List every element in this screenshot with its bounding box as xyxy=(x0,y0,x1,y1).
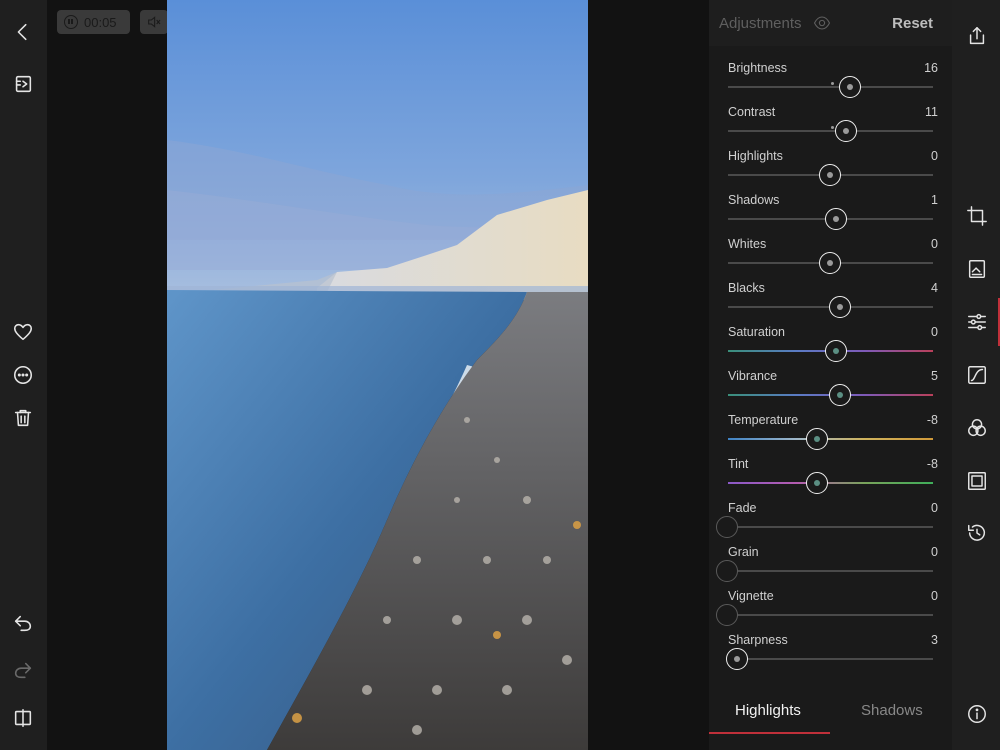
slider-track[interactable] xyxy=(728,614,933,616)
play-pause-control[interactable]: 00:05 xyxy=(57,10,130,34)
heart-icon[interactable] xyxy=(10,319,36,345)
slider-temperature: Temperature -8 xyxy=(709,398,952,450)
adjustments-panel: Adjustments Reset Brightness 16 Contrast 11… xyxy=(709,0,952,750)
slider-blacks: Blacks 4 xyxy=(709,266,952,318)
color-mix-icon[interactable] xyxy=(965,416,989,440)
tab-highlights[interactable]: Highlights xyxy=(735,702,801,719)
slider-value: 0 xyxy=(931,325,938,339)
slider-value: 0 xyxy=(931,589,938,603)
slider-shadows: Shadows 1 xyxy=(709,178,952,230)
slider-value: 0 xyxy=(931,545,938,559)
slider-track[interactable] xyxy=(728,658,933,660)
slider-label: Temperature xyxy=(728,413,799,427)
slider-value: 5 xyxy=(931,369,938,383)
media-canvas: 00:05 xyxy=(47,0,709,750)
panel-header: Adjustments Reset xyxy=(709,0,952,46)
navigator-icon[interactable] xyxy=(10,71,36,97)
slider-label: Tint xyxy=(728,457,749,471)
slider-brightness: Brightness 16 xyxy=(709,46,952,98)
slider-label: Grain xyxy=(728,545,759,559)
image-icon[interactable] xyxy=(965,257,989,281)
slider-track[interactable] xyxy=(728,570,933,572)
panel-title: Adjustments xyxy=(719,15,802,32)
slider-label: Shadows xyxy=(728,193,780,207)
slider-value: 1 xyxy=(931,193,938,207)
slider-value: 0 xyxy=(931,501,938,515)
slider-track[interactable] xyxy=(728,86,933,88)
curves-icon[interactable] xyxy=(965,363,989,387)
redo-icon[interactable] xyxy=(10,657,36,683)
slider-track[interactable] xyxy=(728,526,933,528)
tab-shadows[interactable]: Shadows xyxy=(861,702,923,719)
adjust-icon[interactable] xyxy=(965,310,989,334)
slider-label: Highlights xyxy=(728,149,783,163)
slider-fade: Fade 0 xyxy=(709,486,952,538)
slider-sharpness: Sharpness 3 xyxy=(709,618,952,670)
slider-label: Fade xyxy=(728,501,757,515)
slider-grain: Grain 0 xyxy=(709,530,952,582)
default-marker xyxy=(830,82,834,85)
eye-icon[interactable] xyxy=(813,15,831,31)
trash-icon[interactable] xyxy=(10,405,36,431)
slider-value: 3 xyxy=(931,633,938,647)
slider-tint: Tint -8 xyxy=(709,442,952,494)
compare-icon[interactable] xyxy=(10,705,36,731)
slider-label: Contrast xyxy=(728,105,776,119)
slider-handle[interactable] xyxy=(726,648,749,670)
slider-value: -8 xyxy=(926,413,938,427)
slider-contrast: Contrast 11 xyxy=(709,90,952,142)
slider-highlights: Highlights 0 xyxy=(709,134,952,186)
default-marker xyxy=(830,126,834,129)
crop-icon[interactable] xyxy=(965,204,989,228)
slider-list: Brightness 16 Contrast 11 Highlights 0 Shadows… xyxy=(709,46,952,686)
undo-icon[interactable] xyxy=(10,610,36,636)
slider-track[interactable] xyxy=(728,438,933,440)
slider-value: 0 xyxy=(931,149,938,163)
slider-label: Vibrance xyxy=(728,369,778,383)
slider-track[interactable] xyxy=(728,482,933,484)
slider-label: Saturation xyxy=(728,325,785,339)
slider-label: Brightness xyxy=(728,61,788,75)
info-icon[interactable] xyxy=(965,702,989,726)
slider-label: Sharpness xyxy=(728,633,788,647)
slider-track[interactable] xyxy=(728,130,933,132)
reset-button[interactable]: Reset xyxy=(892,15,933,32)
history-icon[interactable] xyxy=(965,521,989,545)
slider-value: 16 xyxy=(924,61,938,75)
slider-label: Blacks xyxy=(728,281,765,295)
more-icon[interactable] xyxy=(10,362,36,388)
slider-value: 0 xyxy=(931,237,938,251)
right-toolbar xyxy=(952,0,1000,750)
pause-icon xyxy=(64,15,78,29)
active-tab-indicator xyxy=(709,732,830,734)
frame-icon[interactable] xyxy=(965,469,989,493)
slider-label: Whites xyxy=(728,237,767,251)
back-icon[interactable] xyxy=(10,19,36,45)
slider-vignette: Vignette 0 xyxy=(709,574,952,626)
slider-vibrance: Vibrance 5 xyxy=(709,354,952,406)
left-toolbar xyxy=(0,0,47,750)
slider-label: Vignette xyxy=(728,589,774,603)
mute-icon xyxy=(148,16,161,28)
share-icon[interactable] xyxy=(965,24,989,48)
mute-button[interactable] xyxy=(140,10,168,34)
beach-photo xyxy=(167,0,588,750)
slider-value: 11 xyxy=(925,105,938,119)
slider-saturation: Saturation 0 xyxy=(709,310,952,362)
slider-whites: Whites 0 xyxy=(709,222,952,274)
slider-value: -8 xyxy=(926,457,938,471)
slider-value: 4 xyxy=(931,281,938,295)
playback-time: 00:05 xyxy=(84,14,117,30)
tone-tabs: Highlights Shadows xyxy=(709,686,952,750)
